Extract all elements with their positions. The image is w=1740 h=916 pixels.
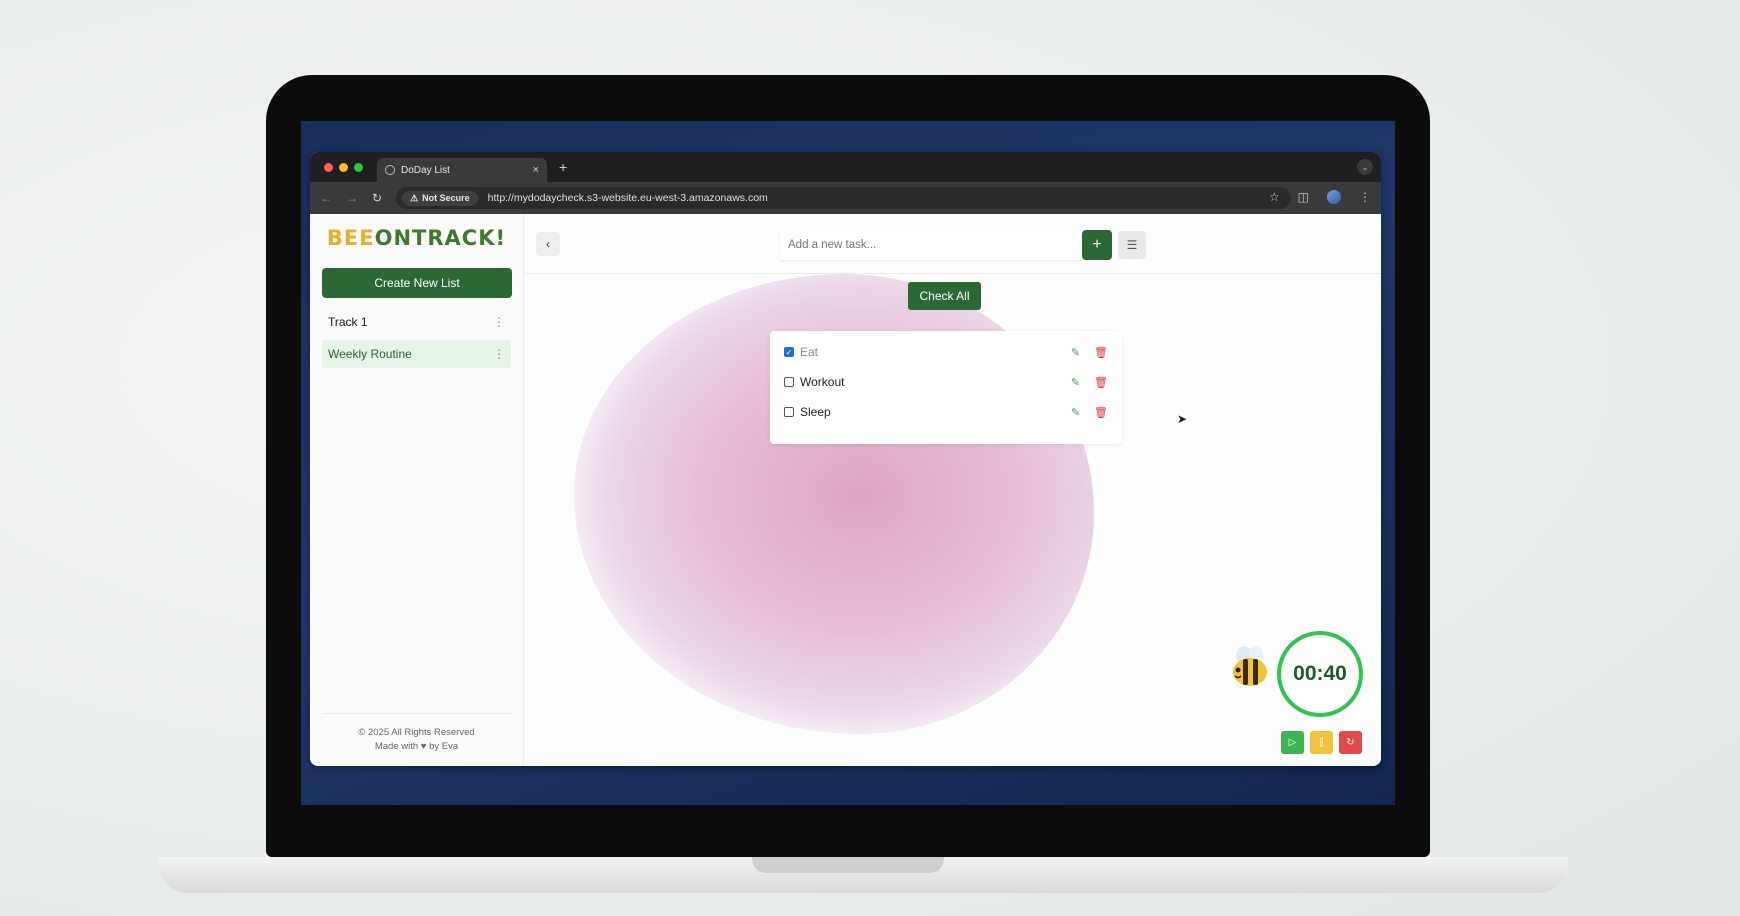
- task-row: Sleep ✎ 🗑: [784, 397, 1108, 427]
- forward-arrow-icon[interactable]: →: [346, 191, 358, 205]
- copyright-text: © 2025 All Rights Reserved: [358, 727, 475, 738]
- more-options-icon[interactable]: ⋮: [493, 315, 505, 329]
- laptop-notch: [752, 857, 944, 873]
- main-panel: ‹ + ☰ Check All ✓ Eat ✎ 🗑 Workout ✎ �: [524, 214, 1381, 766]
- list-label: Track 1: [328, 315, 368, 329]
- address-bar: ← → ↻ ⚠ Not Secure http://mydodaycheck.s…: [310, 182, 1381, 214]
- security-label: Not Secure: [422, 193, 470, 203]
- trash-icon[interactable]: 🗑: [1094, 406, 1108, 419]
- sidebar-item-track-1[interactable]: Track 1 ⋮: [322, 308, 511, 336]
- task-label: Sleep: [800, 405, 831, 419]
- task-checkbox[interactable]: [784, 407, 794, 417]
- url-field[interactable]: ⚠ Not Secure http://mydodaycheck.s3-webs…: [396, 187, 1291, 209]
- extensions-icon[interactable]: ◫: [1298, 190, 1309, 204]
- bookmark-star-icon[interactable]: ☆: [1269, 190, 1280, 204]
- list-label: Weekly Routine: [328, 347, 412, 361]
- trash-icon[interactable]: 🗑: [1094, 376, 1108, 389]
- task-checkbox[interactable]: ✓: [784, 347, 794, 357]
- tab-bar: DoDay List × + ⌄: [310, 152, 1381, 182]
- sidebar-footer: © 2025 All Rights Reserved Made with ♥ b…: [322, 713, 511, 754]
- bee-mascot-icon: [1233, 646, 1267, 686]
- mouse-cursor-icon: ➤: [1177, 412, 1188, 426]
- task-row: ✓ Eat ✎ 🗑: [784, 337, 1108, 367]
- browser-menu-icon[interactable]: ⋮: [1359, 190, 1371, 204]
- reload-icon[interactable]: ↻: [372, 191, 382, 205]
- timer-play-button[interactable]: ▷: [1281, 731, 1304, 754]
- list-options-button[interactable]: ☰: [1118, 231, 1146, 259]
- security-chip[interactable]: ⚠ Not Secure: [402, 190, 478, 206]
- new-tab-button[interactable]: +: [559, 159, 567, 175]
- task-checkbox[interactable]: [784, 377, 794, 387]
- pencil-icon[interactable]: ✎: [1071, 406, 1080, 419]
- close-tab-icon[interactable]: ×: [533, 164, 539, 176]
- task-label: Workout: [800, 375, 845, 389]
- minimize-window-button[interactable]: [339, 162, 348, 172]
- toolbar-right: ☆ ◫ ⋮: [1269, 190, 1371, 204]
- task-row: Workout ✎ 🗑: [784, 367, 1108, 397]
- reset-icon: ↻: [1346, 737, 1355, 748]
- timer-reset-button[interactable]: ↻: [1339, 731, 1362, 754]
- pencil-icon[interactable]: ✎: [1071, 346, 1080, 359]
- close-window-button[interactable]: [324, 162, 333, 172]
- trash-icon[interactable]: 🗑: [1094, 346, 1108, 359]
- pencil-icon[interactable]: ✎: [1071, 376, 1080, 389]
- task-label: Eat: [800, 345, 819, 359]
- pause-icon: ∥: [1319, 737, 1324, 748]
- sidebar: BEEONTRACK! Create New List Track 1 ⋮ We…: [310, 214, 524, 766]
- collapse-sidebar-button[interactable]: ‹: [536, 232, 560, 256]
- back-arrow-icon[interactable]: ←: [320, 191, 332, 205]
- create-new-list-button[interactable]: Create New List: [322, 268, 512, 298]
- browser-window: DoDay List × + ⌄ ← → ↻ ⚠ Not Secure http…: [310, 152, 1381, 766]
- more-options-icon[interactable]: ⋮: [493, 347, 505, 361]
- new-task-input[interactable]: [780, 230, 1080, 260]
- app-container: BEEONTRACK! Create New List Track 1 ⋮ We…: [310, 214, 1381, 766]
- play-icon: ▷: [1288, 737, 1297, 748]
- sidebar-item-weekly-routine[interactable]: Weekly Routine ⋮: [322, 340, 511, 368]
- profile-avatar[interactable]: [1327, 190, 1341, 204]
- task-list: ✓ Eat ✎ 🗑 Workout ✎ 🗑 Sleep ✎ 🗑: [770, 331, 1122, 444]
- pomodoro-timer: 00:40: [1277, 631, 1363, 717]
- sliders-icon: ☰: [1126, 238, 1138, 252]
- window-controls: [324, 162, 363, 172]
- url-text: http://mydodaycheck.s3-website.eu-west-3…: [487, 192, 768, 204]
- credit-text: Made with ♥ by Eva: [374, 741, 459, 752]
- maximize-window-button[interactable]: [354, 162, 363, 172]
- add-task-button[interactable]: +: [1082, 230, 1112, 260]
- chevron-left-icon: ‹: [546, 237, 550, 251]
- check-all-button[interactable]: Check All: [908, 282, 981, 310]
- browser-tab[interactable]: DoDay List ×: [377, 158, 547, 182]
- warning-icon: ⚠: [410, 192, 419, 203]
- top-bar: ‹ + ☰: [524, 214, 1381, 274]
- tab-search-icon[interactable]: ⌄: [1357, 159, 1373, 175]
- app-logo: BEEONTRACK!: [326, 226, 507, 250]
- tab-title: DoDay List: [401, 164, 450, 176]
- timer-pause-button[interactable]: ∥: [1310, 731, 1333, 754]
- globe-icon: [385, 165, 395, 175]
